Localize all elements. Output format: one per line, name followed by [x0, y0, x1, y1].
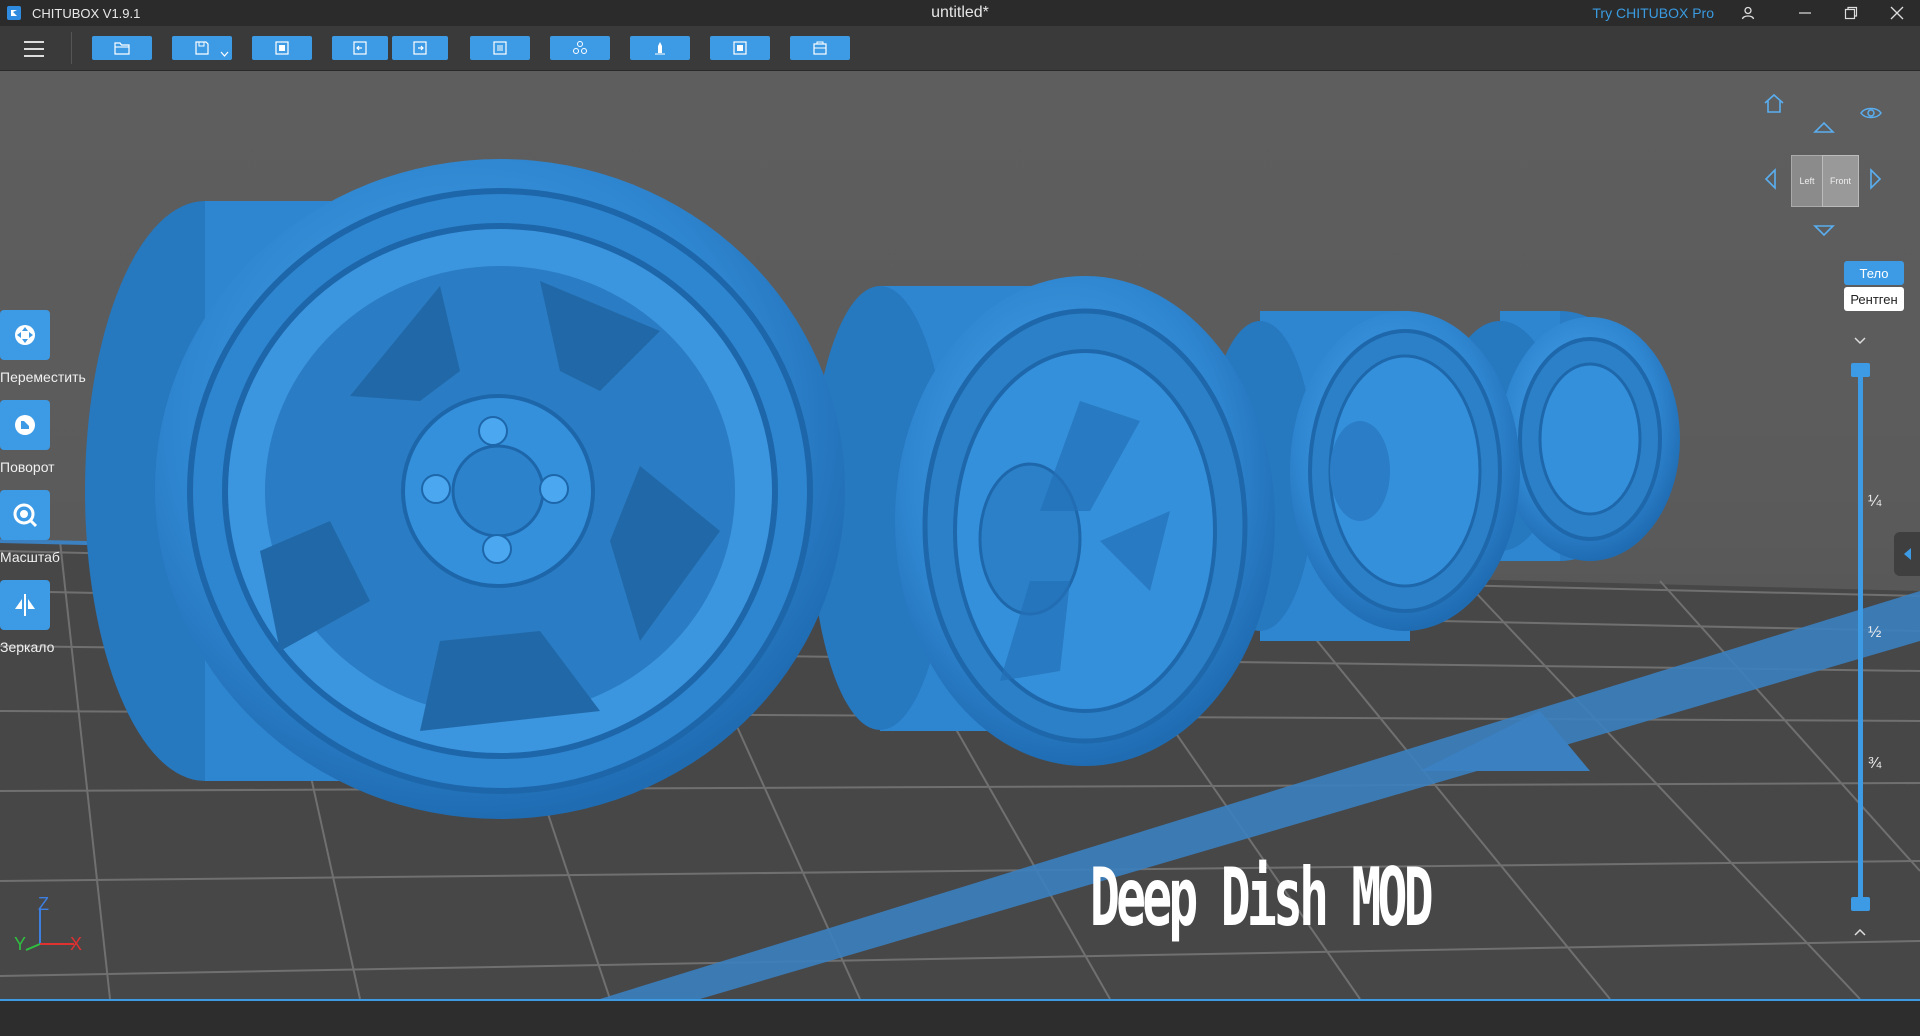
scene-canvas [0, 71, 1920, 999]
mirror-tool-button[interactable] [0, 580, 50, 630]
slice-button[interactable] [630, 36, 690, 60]
import-icon [275, 41, 289, 55]
slider-tick-half: ½ [1868, 624, 1882, 641]
layer-slider-bottom-handle[interactable] [1851, 897, 1870, 911]
undo-button[interactable] [332, 36, 388, 60]
tool-icon [813, 41, 827, 55]
export-button[interactable] [710, 36, 770, 60]
wheel-model-2 [810, 276, 1275, 766]
xray-view-button[interactable]: Рентген [1844, 287, 1904, 311]
move-tool-button[interactable] [0, 310, 50, 360]
layer-slider-top-handle[interactable] [1851, 363, 1870, 377]
chitubox-logo-icon [7, 6, 21, 20]
toolbar-separator [71, 32, 72, 64]
user-icon [1741, 6, 1755, 20]
view-down-arrow-icon[interactable] [1812, 223, 1836, 239]
right-panel-toggle[interactable] [1894, 532, 1920, 576]
view-cube[interactable]: Left Front [1791, 155, 1859, 207]
try-pro-link[interactable]: Try CHITUBOX Pro [1592, 5, 1714, 21]
open-file-icon [114, 42, 130, 55]
mirror-tool-label: Зеркало [0, 639, 55, 655]
restore-button[interactable] [1828, 0, 1874, 26]
minimize-icon [1799, 12, 1811, 14]
auto-support-icon [573, 41, 587, 54]
restore-icon [1844, 6, 1858, 20]
redo-button[interactable] [392, 36, 448, 60]
save-icon [195, 41, 209, 55]
export-icon [733, 41, 747, 55]
rotate-tool-button[interactable] [0, 400, 50, 450]
wheel-model-1 [85, 159, 845, 819]
solid-view-button[interactable]: Тело [1844, 261, 1904, 285]
main-toolbar [0, 26, 1920, 71]
view-left-arrow-icon[interactable] [1762, 167, 1778, 191]
visibility-eye-icon[interactable] [1859, 105, 1883, 121]
view-right-arrow-icon[interactable] [1868, 167, 1884, 191]
rotate-icon [15, 415, 35, 435]
scale-tool-label: Масштаб [0, 549, 60, 565]
scale-tool-button[interactable] [0, 490, 50, 540]
view-cube-left-face[interactable]: Left [1791, 155, 1823, 207]
z-axis-label: Z [38, 894, 49, 914]
user-account-button[interactable] [1725, 0, 1771, 26]
chevron-down-icon[interactable] [220, 51, 229, 57]
open-file-button[interactable] [92, 36, 152, 60]
status-bar [0, 999, 1920, 1036]
view-cube-front-face[interactable]: Front [1822, 155, 1859, 207]
close-icon [1890, 6, 1904, 20]
close-button[interactable] [1874, 0, 1920, 26]
y-axis-label: Y [14, 934, 27, 954]
minimize-button[interactable] [1782, 0, 1828, 26]
app-name: CHITUBOX V1.9.1 [32, 5, 141, 21]
import-button[interactable] [252, 36, 312, 60]
scale-icon [13, 503, 38, 528]
undo-icon [353, 41, 367, 55]
save-button[interactable] [172, 36, 232, 60]
slider-expand-chevron-icon[interactable] [1853, 927, 1867, 937]
overlay-caption: Deep Dish MOD [1090, 851, 1434, 944]
layer-slider-track[interactable] [1858, 368, 1863, 904]
layout-button[interactable] [470, 36, 530, 60]
move-tool-label: Переместить [0, 369, 86, 385]
mirror-icon [15, 594, 35, 616]
tool-button[interactable] [790, 36, 850, 60]
move-icon [15, 325, 35, 345]
main-menu-button[interactable] [18, 36, 50, 62]
x-axis-label: X [70, 934, 83, 954]
slider-tick-three-quarter: ¾ [1868, 755, 1882, 772]
layout-icon [493, 41, 507, 55]
slice-icon [655, 42, 665, 55]
auto-support-button[interactable] [550, 36, 610, 60]
rotate-tool-label: Поворот [0, 459, 55, 475]
hamburger-menu-icon [24, 41, 44, 57]
slider-collapse-chevron-icon[interactable] [1853, 336, 1867, 346]
caret-left-icon [1904, 548, 1911, 560]
slider-tick-quarter: ¼ [1868, 493, 1882, 510]
view-up-arrow-icon[interactable] [1812, 119, 1836, 135]
home-view-icon[interactable] [1762, 92, 1786, 114]
redo-icon [413, 41, 427, 55]
3d-viewport[interactable]: Left Front Тело Рентген ¼ ½ ¾ Переместит… [0, 71, 1920, 999]
